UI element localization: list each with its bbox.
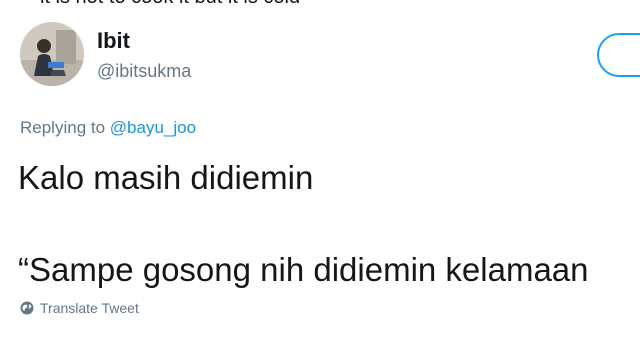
tweet-text-line-2: “Sampe gosong nih didiemin kelamaan (18, 251, 589, 288)
translate-tweet-link[interactable]: Translate Tweet (20, 298, 139, 318)
translate-tweet-label: Translate Tweet (40, 300, 139, 316)
previous-tweet-cut-text: it is hot to cook it but it is cold (40, 0, 300, 8)
reply-mention-link[interactable]: @bayu_joo (110, 118, 196, 137)
user-display-name[interactable]: Ibit (97, 28, 130, 54)
tweet-card: it is hot to cook it but it is cold Ibit… (0, 0, 640, 360)
user-handle[interactable]: @ibitsukma (97, 60, 191, 82)
replying-to-line: Replying to @bayu_joo (20, 117, 196, 139)
globe-icon (20, 301, 34, 315)
avatar[interactable] (20, 22, 84, 86)
tweet-text-line-1: Kalo masih didiemin (18, 159, 314, 196)
follow-button[interactable] (597, 33, 640, 77)
avatar-photo-icon (20, 22, 84, 86)
replying-to-label: Replying to (20, 118, 106, 137)
